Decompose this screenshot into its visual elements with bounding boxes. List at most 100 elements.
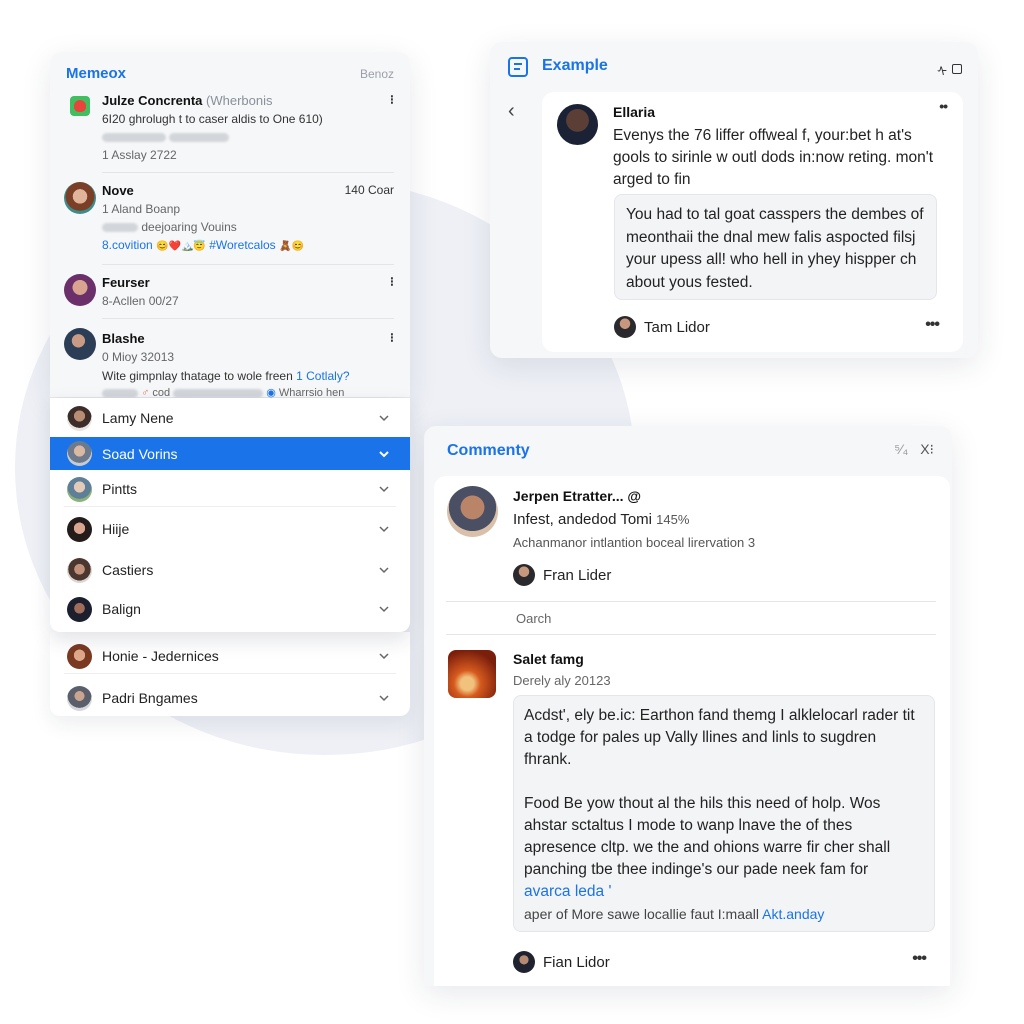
post-body: Evenys the 76 liffer offweal f, your:bet… [613, 127, 934, 188]
contact-item[interactable]: Padri Bngames [50, 680, 410, 716]
comment-author[interactable]: Jerpen Etratter... @ [513, 488, 641, 504]
chevron-down-icon[interactable] [378, 564, 390, 576]
comment-date: Derely aly 20123 [513, 673, 611, 688]
author-name: Fran Lider [543, 566, 612, 584]
avatar [67, 643, 92, 669]
reply-author[interactable]: Fian Lidor [513, 951, 610, 973]
divider [446, 634, 936, 635]
back-chevron-icon[interactable]: ‹ [508, 100, 515, 123]
avatar [67, 476, 92, 502]
example-panel: Example ᠰ ‹ Ellaria •• Evenys the 76 lif… [490, 42, 978, 358]
message-sender: Nove [102, 183, 134, 198]
close-icon[interactable]: X⁝ [920, 441, 934, 458]
message-link[interactable]: 1 Cotlaly? [296, 369, 349, 383]
author-name: Fian Lidor [543, 953, 610, 971]
note-icon [508, 57, 528, 77]
avatar [64, 274, 96, 306]
comments-card: Jerpen Etratter... @ Infest, andedod Tom… [434, 476, 950, 986]
post-card: Ellaria •• Evenys the 76 liffer offweal … [542, 92, 963, 352]
comment-author[interactable]: Salet famg [513, 651, 584, 667]
message-sender-suffix: (Wherbonis [206, 93, 273, 108]
more-options-icon[interactable]: •• [939, 98, 948, 114]
panel-controls: ⁵⁄₄ X⁝ [894, 441, 934, 458]
maximize-icon[interactable] [952, 63, 962, 74]
message-meta: 1 Aland Boanp [102, 202, 181, 216]
chevron-down-icon[interactable] [378, 412, 390, 424]
comments-panel: Commenty ⁵⁄₄ X⁝ Jerpen Etratter... @ Inf… [424, 426, 952, 986]
kebab-icon[interactable]: ⁝ [390, 92, 394, 108]
chevron-down-icon[interactable] [378, 692, 390, 704]
ellipsis-icon[interactable]: ••• [912, 950, 927, 968]
chevron-down-icon[interactable] [378, 603, 390, 615]
messages-panel: Memeox Benoz Julze Concrenta (Wherbonis … [50, 52, 410, 399]
message-sender: Blashe [102, 331, 145, 346]
contact-dropdown: Lamy Nene Soad Vorins Pintts Hiije Casti… [50, 398, 410, 632]
message-sender: Julze Concrenta [102, 93, 203, 108]
comment-footer-text: aper of More sawe locallie faut I:maall [524, 906, 759, 922]
avatar [67, 441, 92, 466]
chevron-down-icon[interactable] [378, 523, 390, 535]
search-label[interactable]: Oarch [516, 611, 551, 626]
message-sender: Feurser [102, 275, 150, 290]
contact-item[interactable]: Balign [50, 591, 410, 627]
message-link[interactable]: 8.covition [102, 238, 153, 252]
thumbnail-image [448, 650, 496, 698]
contact-item[interactable]: Castiers [50, 552, 410, 588]
footer-author[interactable]: Tam Lidor [614, 316, 710, 338]
emoji-reactions: 😊❤️🏔️😇 [156, 241, 206, 252]
reply-author[interactable]: Fran Lider [513, 564, 611, 586]
comment-footer-link[interactable]: Akt.anday [762, 906, 824, 922]
post-author[interactable]: Ellaria [613, 104, 655, 120]
hashtag-link[interactable]: #Woretcalos [209, 238, 275, 252]
redacted-text [102, 223, 138, 233]
comment-percent: 145% [656, 512, 690, 527]
contact-item[interactable]: Lamy Nene [50, 400, 410, 436]
kebab-icon[interactable]: ⁝ [390, 274, 394, 290]
ellipsis-icon[interactable]: ••• [925, 316, 940, 334]
avatar [67, 685, 92, 711]
comment-body: Acdst', ely be.ic: Earthon fand themg I … [513, 695, 935, 932]
contact-name: Padri Bngames [102, 690, 198, 706]
chevron-down-icon[interactable] [378, 650, 390, 662]
quoted-reply: You had to tal goat casspers the dembes … [614, 194, 937, 300]
contact-name: Balign [102, 601, 141, 617]
message-item[interactable]: Blashe ⁝ 0 Mioy 32013 Wite gimpnlay that… [50, 328, 410, 399]
message-item[interactable]: Nove 140 Coar 1 Aland Boanp deejoaring V… [50, 180, 410, 265]
message-meta: 8-Acllen 00/27 [102, 294, 179, 308]
heart-app-icon [70, 96, 90, 116]
avatar [614, 316, 636, 338]
chevron-down-icon[interactable] [378, 448, 390, 460]
divider [64, 506, 396, 507]
redacted-text [102, 388, 138, 398]
comment-text: Infest, andedod Tomi [513, 511, 652, 528]
contact-item-selected[interactable]: Soad Vorins [50, 437, 410, 470]
message-meta: 1 Asslay 2722 [102, 148, 177, 162]
contact-name: Hiije [102, 521, 130, 537]
panel-action-link[interactable]: Benoz [360, 67, 394, 81]
message-time: 140 Coar [344, 183, 394, 197]
divider [102, 318, 394, 319]
kebab-icon[interactable]: ⁝ [390, 330, 394, 346]
message-preview: deejoaring Vouins [141, 220, 237, 234]
message-item[interactable]: Feurser ⁝ 8-Acllen 00/27 [50, 272, 410, 322]
redacted-text [102, 130, 230, 144]
message-preview: 6I20 ghrolugh t to caser aldis to One 61… [102, 112, 323, 126]
comment-link[interactable]: avarca leda ' [524, 881, 924, 903]
avatar [64, 182, 96, 214]
chevron-down-icon[interactable] [378, 483, 390, 495]
contact-item[interactable]: Pintts [50, 471, 410, 507]
avatar [67, 557, 92, 583]
pin-icon[interactable]: ᠰ [937, 57, 947, 80]
comment-paragraph: Food Be yow thout al the hils this need … [524, 795, 891, 878]
resize-icon[interactable]: ⁵⁄₄ [894, 441, 908, 458]
contact-list-continued: Honie - Jedernices Padri Bngames [50, 632, 410, 716]
contact-item[interactable]: Hiije [50, 511, 410, 547]
contact-name: Soad Vorins [102, 445, 178, 462]
message-item[interactable]: Julze Concrenta (Wherbonis ⁝ 6I20 ghrolu… [50, 92, 410, 172]
author-name: Tam Lidor [644, 318, 710, 336]
avatar [557, 104, 598, 145]
avatar [447, 486, 498, 537]
divider [446, 601, 936, 602]
contact-item[interactable]: Honie - Jedernices [50, 638, 410, 674]
message-preview: Wite gimpnlay thatage to wole freen [102, 369, 293, 383]
